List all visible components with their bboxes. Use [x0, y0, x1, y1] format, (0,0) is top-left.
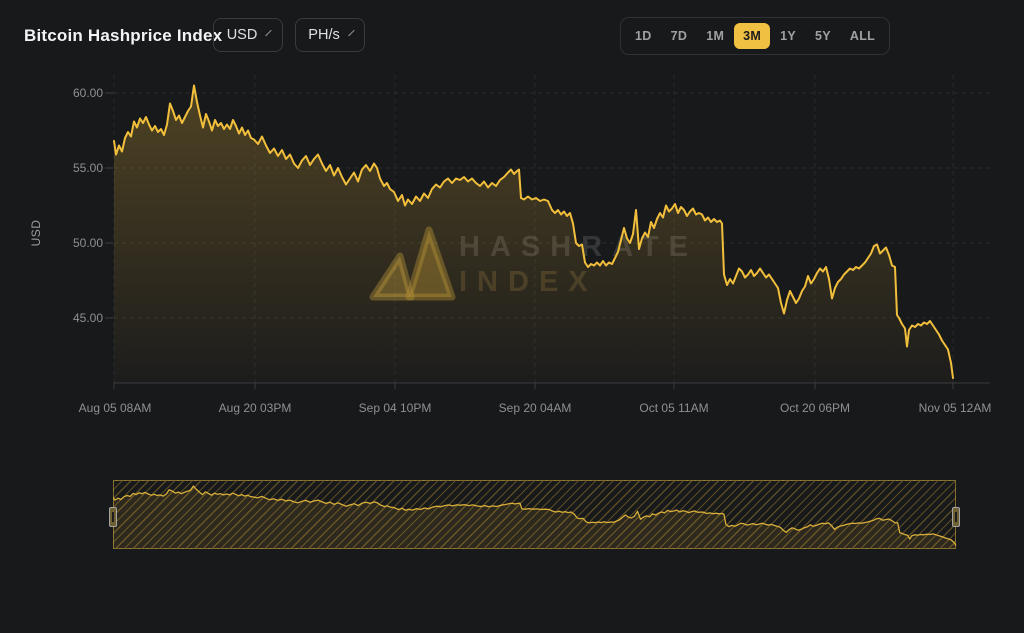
x-tick-label: Oct 05 11AM	[639, 401, 708, 415]
main-chart-plot-area[interactable]	[0, 0, 1024, 470]
hashprice-dashboard: Bitcoin Hashprice Index USD PH/s 1D 7D 1…	[0, 0, 1024, 633]
x-axis-ticks	[114, 383, 953, 389]
x-tick-label: Nov 05 12AM	[919, 401, 992, 415]
navigator-left-handle[interactable]	[109, 507, 117, 527]
x-tick-label: Aug 05 08AM	[79, 401, 152, 415]
navigator-chart[interactable]	[113, 480, 990, 550]
x-tick-label: Sep 20 04AM	[499, 401, 572, 415]
x-tick-label: Oct 20 06PM	[780, 401, 850, 415]
x-tick-label: Aug 20 03PM	[219, 401, 292, 415]
navigator-right-handle[interactable]	[952, 507, 960, 527]
x-tick-label: Sep 04 10PM	[359, 401, 432, 415]
y-axis-ticks	[105, 93, 113, 318]
